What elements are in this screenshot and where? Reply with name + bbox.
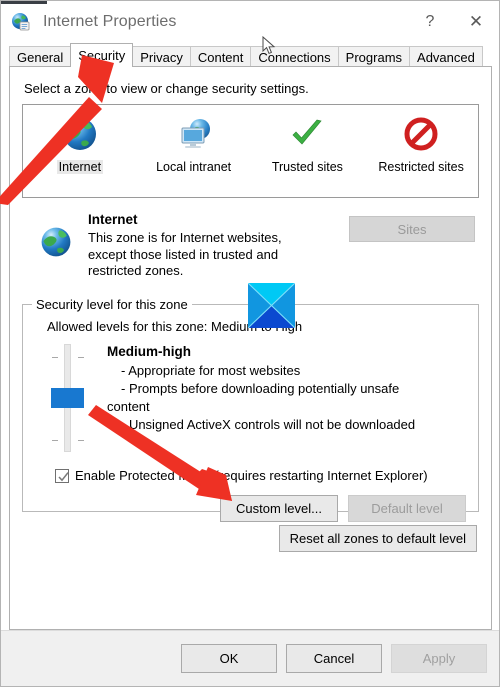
window-accent-strip: [1, 1, 47, 4]
zone-item-trusted-sites[interactable]: Trusted sites: [251, 114, 365, 174]
slider-thumb[interactable]: [51, 388, 84, 408]
green-checkmark-icon: [287, 114, 327, 154]
zone-instruction-label: Select a zone to view or change security…: [24, 81, 309, 96]
globe-icon: [38, 224, 74, 260]
mouse-pointer: [262, 35, 276, 59]
enable-protected-mode-label: Enable Protected Mode (requires restarti…: [75, 468, 428, 483]
zone-description-body: This zone is for Internet websites, exce…: [88, 230, 282, 278]
tab-privacy[interactable]: Privacy: [132, 46, 191, 67]
zone-list[interactable]: Internet Local intranet Trusted sites Re…: [22, 104, 479, 198]
tab-security[interactable]: Security: [70, 43, 134, 67]
slider-tick: [78, 357, 84, 358]
reset-all-zones-button[interactable]: Reset all zones to default level: [278, 525, 477, 552]
security-level-description: Medium-high - Appropriate for most websi…: [107, 344, 468, 452]
checkmark-icon: [58, 471, 69, 481]
default-level-button[interactable]: Default level: [348, 495, 466, 522]
security-level-name: Medium-high: [107, 344, 191, 359]
apply-button[interactable]: Apply: [391, 644, 487, 673]
security-level-group: Security level for this zone Allowed lev…: [22, 297, 479, 522]
custom-level-button[interactable]: Custom level...: [220, 495, 338, 522]
enable-protected-mode-checkbox[interactable]: Enable Protected Mode (requires restarti…: [55, 468, 468, 483]
zone-label-internet: Internet: [56, 160, 104, 174]
slider-tick: [52, 357, 58, 358]
reset-row: Reset all zones to default level: [22, 525, 479, 552]
security-level-slider[interactable]: [37, 344, 99, 452]
close-icon[interactable]: ✕: [453, 1, 499, 43]
monitor-globe-icon: [174, 114, 214, 154]
security-level-buttons: Custom level... Default level: [33, 495, 468, 522]
internet-properties-dialog: Internet Properties ? ✕ General Security…: [0, 0, 500, 687]
slider-tick: [52, 440, 58, 441]
tab-general[interactable]: General: [9, 46, 72, 67]
red-prohibition-icon: [401, 114, 441, 154]
tab-advanced[interactable]: Advanced: [409, 46, 483, 67]
title-bar: Internet Properties ? ✕: [1, 1, 499, 43]
security-level-legend: Security level for this zone: [32, 297, 192, 312]
zone-item-internet[interactable]: Internet: [23, 114, 137, 174]
window-title: Internet Properties: [43, 13, 177, 30]
selected-zone-description: Internet This zone is for Internet websi…: [22, 212, 479, 286]
slider-tick: [78, 440, 84, 441]
dialog-button-bar: OK Cancel Apply: [1, 630, 499, 686]
tab-strip: General Security Privacy Content Connect…: [1, 43, 499, 67]
internet-properties-globe-icon: [11, 12, 31, 32]
checkbox-box[interactable]: [55, 468, 69, 483]
security-level-bullet: - Unsigned ActiveX controls will not be …: [121, 417, 416, 432]
globe-icon: [60, 114, 100, 154]
ok-button[interactable]: OK: [181, 644, 277, 673]
security-tab-page: Select a zone to view or change security…: [9, 66, 492, 630]
zone-label-local-intranet: Local intranet: [156, 160, 232, 174]
zone-label-restricted-sites: Restricted sites: [378, 160, 464, 174]
blue-x-overlay-graphic: [247, 282, 296, 329]
zone-item-local-intranet[interactable]: Local intranet: [137, 114, 251, 174]
tab-content[interactable]: Content: [189, 46, 252, 67]
security-level-bullet: - Prompts before downloading potentially…: [121, 381, 400, 396]
zone-label-trusted-sites: Trusted sites: [271, 160, 343, 174]
help-icon[interactable]: ?: [407, 1, 453, 43]
security-level-bullet-continuation: content: [107, 399, 150, 414]
sites-button[interactable]: Sites: [349, 216, 475, 242]
cancel-button[interactable]: Cancel: [286, 644, 382, 673]
tab-programs[interactable]: Programs: [337, 46, 411, 67]
security-level-bullet: - Appropriate for most websites: [121, 363, 301, 378]
zone-item-restricted-sites[interactable]: Restricted sites: [364, 114, 478, 174]
